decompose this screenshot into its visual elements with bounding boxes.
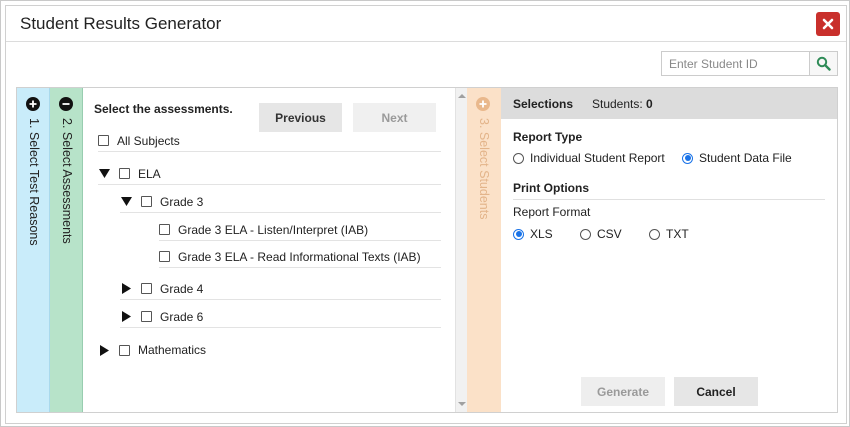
window-frame: Student Results Generator Enter Student … <box>0 0 850 427</box>
previous-button[interactable]: Previous <box>259 103 342 132</box>
caret-down-icon[interactable] <box>120 196 132 208</box>
grade6-checkbox[interactable] <box>141 311 152 322</box>
tree-row-read-informational: Grade 3 ELA - Read Informational Texts (… <box>159 246 441 268</box>
step-tab-students[interactable]: 3. Select Students <box>467 88 501 412</box>
report-format-label: Report Format <box>513 205 591 219</box>
assessments-heading: Select the assessments. <box>94 102 233 116</box>
listen-interpret-label: Grade 3 ELA - Listen/Interpret (IAB) <box>178 222 369 237</box>
format-xls-label: XLS <box>530 227 553 241</box>
grade4-checkbox[interactable] <box>141 283 152 294</box>
caret-right-icon[interactable] <box>98 344 110 356</box>
step-tab-assessments[interactable]: 2. Select Assessments <box>50 88 83 412</box>
student-search <box>661 51 838 76</box>
tree-row-ela: ELA <box>98 163 441 185</box>
report-type-title: Report Type <box>513 130 583 144</box>
selections-panel: Selections Students: 0 Report Type Indiv… <box>501 88 837 412</box>
individual-student-report-option[interactable]: Individual Student Report <box>513 151 665 165</box>
individual-student-report-radio[interactable] <box>513 152 524 164</box>
title-bar: Student Results Generator <box>6 6 846 42</box>
format-csv-radio[interactable] <box>580 228 591 240</box>
caret-down-icon[interactable] <box>98 168 110 180</box>
student-data-file-option[interactable]: Student Data File <box>682 151 792 165</box>
step-tab-test-reasons[interactable]: 1. Select Test Reasons <box>17 88 50 412</box>
next-button[interactable]: Next <box>353 103 436 132</box>
all-subjects-label: All Subjects <box>117 133 180 148</box>
format-txt-option[interactable]: TXT <box>649 227 689 241</box>
print-options-title: Print Options <box>513 181 589 195</box>
wizard-workspace: 1. Select Test Reasons 2. Select Assessm… <box>16 87 838 413</box>
grade3-checkbox[interactable] <box>141 196 152 207</box>
grade6-label: Grade 6 <box>160 309 204 324</box>
students-count: Students: 0 <box>592 97 653 111</box>
student-id-input[interactable] <box>661 51 809 76</box>
format-csv-label: CSV <box>597 227 622 241</box>
mathematics-label: Mathematics <box>138 343 207 357</box>
read-informational-checkbox[interactable] <box>159 251 170 262</box>
individual-student-report-label: Individual Student Report <box>530 151 665 165</box>
scroll-down-arrow-icon[interactable] <box>458 400 466 408</box>
tree-row-grade6: Grade 6 <box>120 306 441 328</box>
step-label-students: 3. Select Students <box>477 118 491 220</box>
selections-header: Selections Students: 0 <box>501 88 837 119</box>
ela-label: ELA <box>138 166 161 181</box>
cancel-button[interactable]: Cancel <box>674 377 758 406</box>
grade4-label: Grade 4 <box>160 281 204 296</box>
student-data-file-label: Student Data File <box>699 151 792 165</box>
caret-right-icon[interactable] <box>120 311 132 323</box>
step-label-assessments: 2. Select Assessments <box>60 118 74 244</box>
tree-row-grade3: Grade 3 <box>120 191 441 213</box>
grade3-label: Grade 3 <box>160 194 204 209</box>
scroll-up-arrow-icon[interactable] <box>458 92 466 100</box>
tree-row-grade4: Grade 4 <box>120 278 441 300</box>
search-button[interactable] <box>809 51 838 76</box>
close-button[interactable] <box>816 12 840 36</box>
assessments-panel: Select the assessments. Previous Next Al… <box>83 88 455 412</box>
results-generator-dialog: Student Results Generator Enter Student … <box>5 5 847 424</box>
print-options-divider <box>513 199 825 200</box>
mathematics-checkbox[interactable] <box>119 344 130 356</box>
all-subjects-checkbox[interactable] <box>98 135 109 146</box>
plus-circle-icon <box>26 97 40 111</box>
search-icon <box>816 56 831 71</box>
read-informational-label: Grade 3 ELA - Read Informational Texts (… <box>178 249 421 264</box>
dialog-title: Student Results Generator <box>20 14 222 33</box>
assessments-scrollbar[interactable] <box>455 88 467 412</box>
format-txt-radio[interactable] <box>649 228 660 240</box>
all-subjects-row: All Subjects <box>98 130 441 152</box>
ela-checkbox[interactable] <box>119 168 130 179</box>
format-txt-label: TXT <box>666 227 689 241</box>
format-xls-option[interactable]: XLS <box>513 227 553 241</box>
generate-button[interactable]: Generate <box>581 377 665 406</box>
minus-circle-icon <box>59 97 73 111</box>
student-data-file-radio[interactable] <box>682 152 693 164</box>
tree-row-mathematics: Mathematics <box>98 339 441 361</box>
caret-right-icon[interactable] <box>120 283 132 295</box>
selections-title: Selections <box>513 97 574 111</box>
format-csv-option[interactable]: CSV <box>580 227 622 241</box>
close-icon <box>822 18 834 30</box>
step-label-test-reasons: 1. Select Test Reasons <box>27 118 41 246</box>
plus-circle-icon <box>476 97 490 111</box>
listen-interpret-checkbox[interactable] <box>159 224 170 235</box>
format-xls-radio[interactable] <box>513 228 524 240</box>
tree-row-listen-interpret: Grade 3 ELA - Listen/Interpret (IAB) <box>159 219 441 241</box>
